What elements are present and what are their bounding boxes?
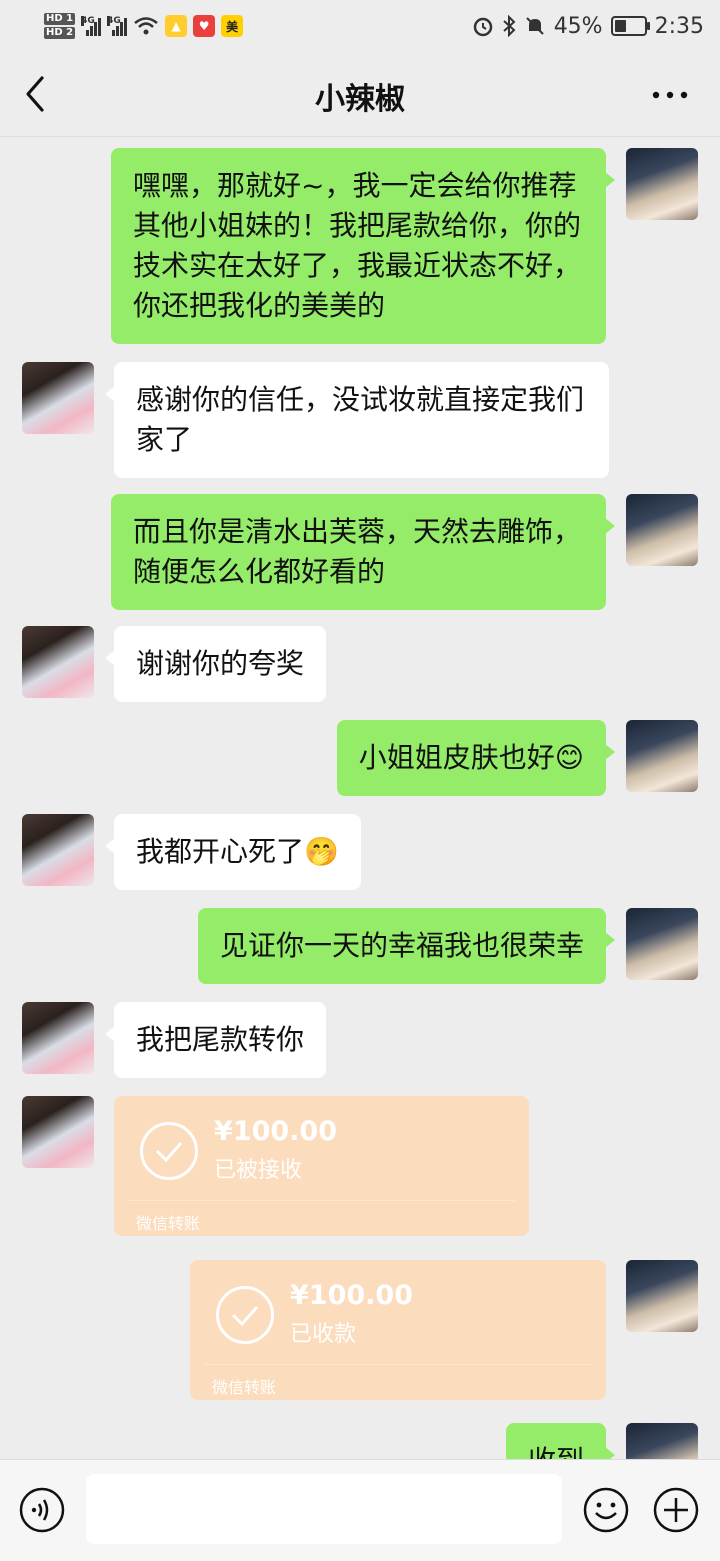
chat-messages[interactable]: 嘿嘿，那就好~，我一定会给你推荐其他小姐妹的！我把尾款给你，你的技术实在太好了，… xyxy=(0,137,720,1459)
status-bar-left: HD 1 HD 2 4G 4G ▲ ♥ 美 xyxy=(44,6,244,46)
clock: 2:35 xyxy=(654,13,704,39)
signal-icon: 4G xyxy=(107,16,128,36)
battery-percent: 45% xyxy=(553,13,603,39)
transfer-status: 已被接收 xyxy=(214,1158,303,1183)
transfer-footer: 微信转账 xyxy=(136,1214,201,1233)
contact-avatar[interactable] xyxy=(22,362,94,434)
network-type-2: 4G xyxy=(107,16,121,26)
check-circle-icon xyxy=(216,1286,274,1344)
contact-avatar[interactable] xyxy=(22,1002,94,1074)
message-bubble-received[interactable]: 我把尾款转你 xyxy=(104,1002,327,1078)
my-avatar[interactable] xyxy=(626,720,698,792)
input-bar xyxy=(0,1459,720,1561)
battery-level xyxy=(614,20,626,32)
my-avatar[interactable] xyxy=(626,908,698,980)
contact-avatar[interactable] xyxy=(22,626,94,698)
more-options-icon[interactable] xyxy=(650,80,690,110)
message-bubble-sent[interactable]: 小姐姐皮肤也好😊 xyxy=(336,720,616,796)
hd-indicators: HD 1 HD 2 xyxy=(44,13,76,39)
divider xyxy=(128,1200,515,1201)
hd2-badge: HD 2 xyxy=(44,27,76,39)
divider xyxy=(204,1364,592,1365)
chat-header: 小辣椒 xyxy=(0,50,720,137)
transfer-amount: ¥100.00 xyxy=(214,1116,337,1147)
message-input[interactable] xyxy=(86,1474,562,1544)
my-avatar[interactable] xyxy=(626,1260,698,1332)
message-bubble-received[interactable]: 感谢你的信任，没试妆就直接定我们家了 xyxy=(105,362,609,478)
status-bar: HD 1 HD 2 4G 4G ▲ ♥ 美 45% 2:35 xyxy=(0,0,720,50)
transfer-amount: ¥100.00 xyxy=(290,1280,413,1311)
my-avatar[interactable] xyxy=(626,1423,698,1459)
message-bubble-sent[interactable]: 嘿嘿，那就好~，我一定会给你推荐其他小姐妹的！我把尾款给你，你的技术实在太好了，… xyxy=(111,148,615,344)
message-bubble-received[interactable]: 谢谢你的夸奖 xyxy=(104,626,327,702)
plus-icon[interactable] xyxy=(652,1486,700,1534)
transfer-status: 已收款 xyxy=(290,1322,357,1347)
alarm-icon xyxy=(473,17,492,37)
hd1-badge: HD 1 xyxy=(44,13,76,25)
chat-title: 小辣椒 xyxy=(315,82,405,117)
network-type-1: 4G xyxy=(81,16,95,26)
my-avatar[interactable] xyxy=(626,494,698,566)
transfer-card-sent[interactable]: ¥100.00 已收款 微信转账 xyxy=(190,1260,606,1400)
notification-app-icon: ♥ xyxy=(193,15,216,37)
voice-input-icon[interactable] xyxy=(18,1486,66,1534)
check-circle-icon xyxy=(140,1122,198,1180)
mute-bell-icon xyxy=(525,17,544,35)
contact-avatar[interactable] xyxy=(22,814,94,886)
transfer-footer: 微信转账 xyxy=(212,1378,277,1397)
bluetooth-icon xyxy=(503,15,516,37)
emoji-icon[interactable] xyxy=(582,1486,630,1534)
transfer-card-received[interactable]: ¥100.00 已被接收 微信转账 xyxy=(114,1096,529,1236)
message-bubble-sent[interactable]: 收到 xyxy=(505,1423,616,1459)
notification-app-icon: ▲ xyxy=(165,15,188,37)
contact-avatar[interactable] xyxy=(22,1096,94,1168)
my-avatar[interactable] xyxy=(626,148,698,220)
status-bar-right: 45% 2:35 xyxy=(472,8,704,44)
message-bubble-received[interactable]: 我都开心死了🤭 xyxy=(105,814,361,890)
message-bubble-sent[interactable]: 见证你一天的幸福我也很荣幸 xyxy=(197,908,616,984)
message-bubble-sent[interactable]: 而且你是清水出芙蓉，天然去雕饰，随便怎么化都好看的 xyxy=(111,494,615,610)
meituan-icon: 美 xyxy=(221,15,244,37)
signal-icon: 4G xyxy=(81,16,102,36)
battery-icon xyxy=(610,16,650,36)
wifi-icon xyxy=(134,17,158,35)
